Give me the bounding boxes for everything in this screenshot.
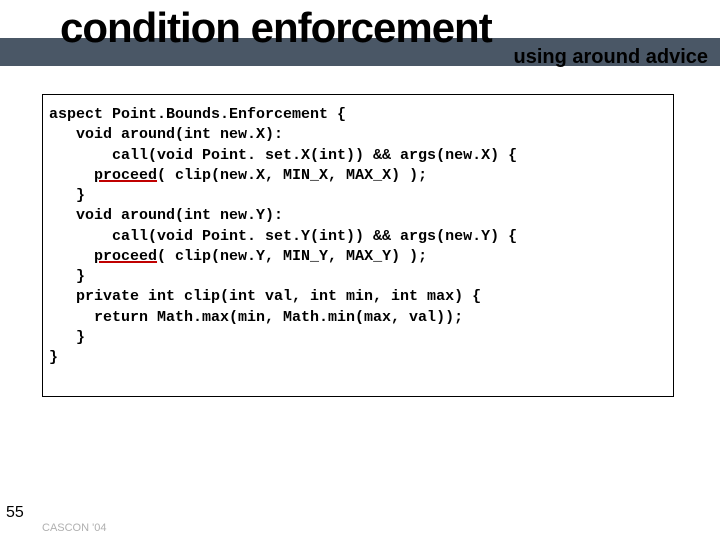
code-line: } bbox=[49, 186, 667, 206]
code-line: } bbox=[49, 328, 667, 348]
code-indent bbox=[49, 248, 94, 265]
page-number: 55 bbox=[6, 504, 24, 522]
code-line: call(void Point. set.Y(int)) && args(new… bbox=[49, 227, 667, 247]
proceed-keyword: proceed bbox=[94, 248, 157, 265]
code-indent bbox=[49, 167, 94, 184]
code-line: void around(int new.X): bbox=[49, 125, 667, 145]
code-line: private int clip(int val, int min, int m… bbox=[49, 287, 667, 307]
slide: condition enforcement using around advic… bbox=[0, 0, 720, 540]
code-line: } bbox=[49, 267, 667, 287]
code-text: ( clip(new.X, MIN_X, MAX_X) ); bbox=[157, 167, 427, 184]
code-box: aspect Point.Bounds.Enforcement { void a… bbox=[42, 94, 674, 397]
code-line: aspect Point.Bounds.Enforcement { bbox=[49, 105, 667, 125]
proceed-keyword: proceed bbox=[94, 167, 157, 184]
code-line: } bbox=[49, 348, 667, 368]
code-text: ( clip(new.Y, MIN_Y, MAX_Y) ); bbox=[157, 248, 427, 265]
slide-title: condition enforcement bbox=[60, 4, 492, 52]
slide-subtitle: using around advice bbox=[514, 46, 708, 69]
code-line: call(void Point. set.X(int)) && args(new… bbox=[49, 146, 667, 166]
code-line: proceed( clip(new.Y, MIN_Y, MAX_Y) ); bbox=[49, 247, 667, 267]
code-line: return Math.max(min, Math.min(max, val))… bbox=[49, 308, 667, 328]
code-line: void around(int new.Y): bbox=[49, 206, 667, 226]
code-line: proceed( clip(new.X, MIN_X, MAX_X) ); bbox=[49, 166, 667, 186]
footer-text: CASCON '04 bbox=[42, 522, 106, 534]
